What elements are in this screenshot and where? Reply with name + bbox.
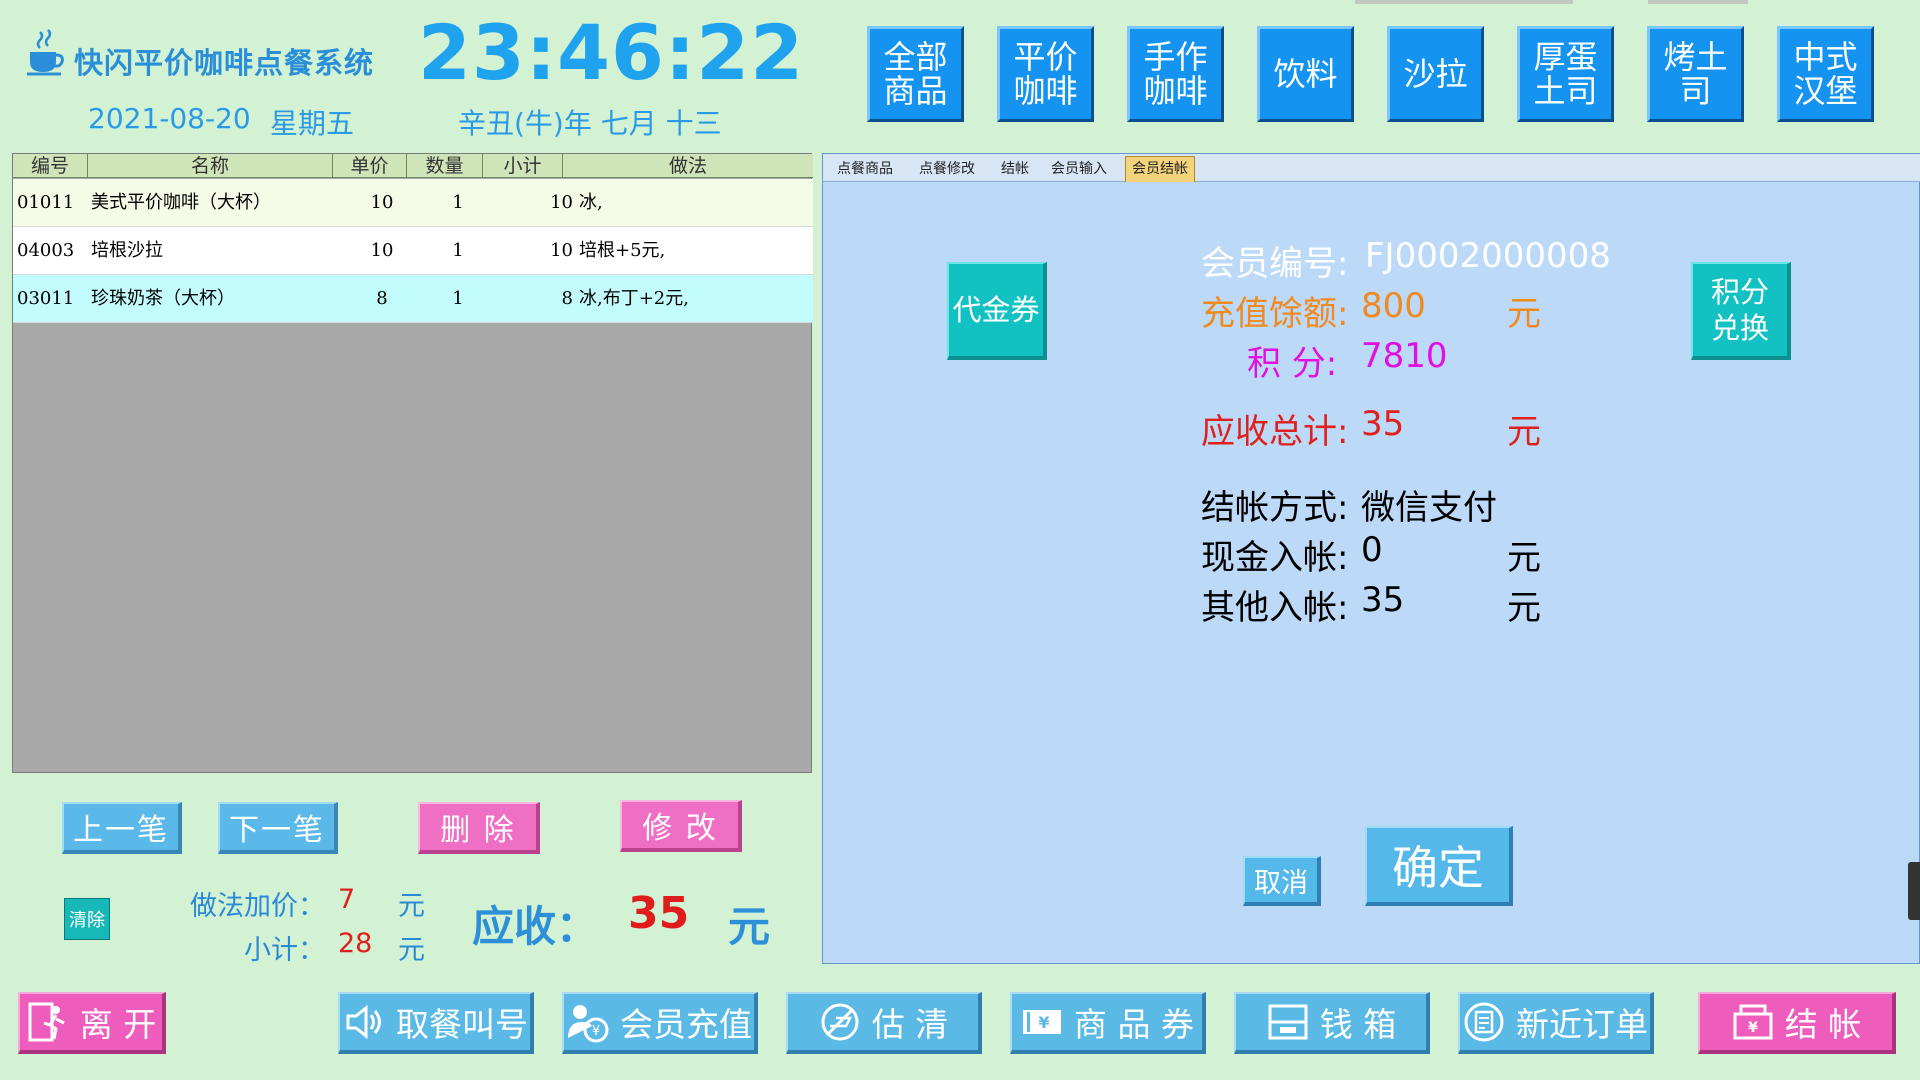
cancel-button[interactable]: 取消: [1243, 856, 1321, 906]
category-thick-egg-toast[interactable]: 厚蛋土司: [1517, 26, 1614, 122]
checkout-panel: 点餐商品 点餐修改 结帐 会员输入 会员结帐 代金券 积分兑换 会员编号: FJ…: [822, 153, 1920, 964]
tab-order-products[interactable]: 点餐商品: [837, 158, 893, 182]
other-unit: 元: [1507, 588, 1541, 628]
col-name: 名称: [88, 154, 333, 178]
coupon-icon: ¥: [1023, 1010, 1061, 1034]
balance-label: 充值馀额:: [1201, 294, 1349, 334]
top-edge-sliver: [1355, 0, 1573, 4]
tab-member-checkout[interactable]: 会员结帐: [1125, 156, 1195, 182]
receivable-label: 应收：: [472, 902, 599, 951]
cash-value: 0: [1361, 530, 1383, 570]
call-number-button[interactable]: 取餐叫号: [338, 992, 534, 1054]
table-header: 编号 名称 单价 数量 小计 做法: [13, 154, 813, 178]
member-id-label: 会员编号:: [1201, 244, 1349, 284]
col-qty: 数量: [407, 154, 483, 178]
prev-item-button[interactable]: 上一笔: [62, 802, 182, 854]
delete-button[interactable]: 删 除: [418, 802, 540, 854]
cash-unit: 元: [1507, 538, 1541, 578]
col-method: 做法: [668, 155, 707, 177]
date: 2021-08-20: [88, 102, 251, 135]
subtotal-value: 28: [338, 928, 373, 959]
side-handle[interactable]: [1908, 862, 1920, 920]
category-handmade-coffee[interactable]: 手作咖啡: [1127, 26, 1224, 122]
total-label: 应收总计:: [1201, 412, 1349, 452]
exit-door-icon: [28, 1002, 65, 1042]
category-salad[interactable]: 沙拉: [1387, 26, 1484, 122]
method-extra-value: 7: [338, 884, 356, 915]
member-coin-icon: ¥: [568, 1005, 609, 1043]
member-id-value: FJ0002000008: [1365, 236, 1611, 276]
category-drinks[interactable]: 饮料: [1257, 26, 1354, 122]
panel-tabs: 点餐商品 点餐修改 结帐 会员输入 会员结帐: [823, 154, 1920, 182]
coffee-cup-icon: [27, 29, 64, 76]
category-all-products[interactable]: 全部商品: [867, 26, 964, 122]
points-value: 7810: [1361, 336, 1448, 376]
table-row[interactable]: 04003 培根沙拉 10 1 10 培根+5元,: [13, 227, 813, 275]
other-label: 其他入帐:: [1201, 588, 1349, 628]
total-value: 35: [1361, 404, 1405, 444]
other-value: 35: [1361, 580, 1405, 620]
subtotal-label: 小计：: [244, 935, 325, 966]
cash-drawer-icon: [1268, 1004, 1308, 1040]
subtotal-unit: 元: [398, 935, 425, 966]
svg-text:¥: ¥: [1038, 1013, 1049, 1032]
method-extra-label: 做法加价：: [190, 891, 325, 922]
member-recharge-button[interactable]: ¥ 会员充值: [562, 992, 758, 1054]
next-item-button[interactable]: 下一笔: [218, 802, 338, 854]
lunar-date: 辛丑(牛)年 七月 十三: [458, 107, 722, 140]
voucher-button[interactable]: 代金券: [947, 262, 1047, 360]
receivable-value: 35: [628, 888, 690, 939]
edit-button[interactable]: 修 改: [620, 800, 742, 852]
total-unit: 元: [1507, 412, 1541, 452]
confirm-button[interactable]: 确定: [1365, 826, 1513, 906]
balance-value: 800: [1361, 286, 1426, 326]
cash-drawer-button[interactable]: 钱 箱: [1234, 992, 1430, 1054]
col-price: 单价: [333, 154, 407, 178]
tab-checkout[interactable]: 结帐: [1001, 158, 1029, 182]
clear-button[interactable]: 清除: [64, 898, 110, 940]
speaker-icon: [346, 1004, 381, 1040]
method-extra-unit: 元: [398, 891, 425, 922]
top-edge-sliver: [1648, 0, 1748, 4]
leave-button[interactable]: 离 开: [18, 992, 166, 1054]
pay-method-label: 结帐方式:: [1201, 488, 1349, 528]
category-chinese-burger[interactable]: 中式汉堡: [1777, 26, 1874, 122]
col-code: 编号: [13, 154, 88, 178]
register-icon: ¥: [1733, 1004, 1773, 1040]
table-row-selected[interactable]: 03011 珍珠奶茶（大杯） 8 1 8 冰,布丁+2元,: [13, 275, 813, 323]
receivable-unit: 元: [728, 902, 771, 951]
weekday: 星期五: [270, 107, 355, 140]
balance-unit: 元: [1507, 294, 1541, 334]
table-row[interactable]: 01011 美式平价咖啡（大杯） 10 1 10 冰,: [13, 179, 813, 227]
category-budget-coffee[interactable]: 平价咖啡: [997, 26, 1094, 122]
app-title: 快闪平价咖啡点餐系统: [74, 46, 375, 80]
checkout-button[interactable]: ¥ 结 帐: [1698, 992, 1896, 1054]
pay-method-value: 微信支付: [1361, 488, 1497, 528]
orders-list-icon: [1464, 1002, 1504, 1042]
tab-order-edit[interactable]: 点餐修改: [919, 158, 975, 182]
col-subtotal: 小计: [483, 154, 563, 178]
svg-text:¥: ¥: [592, 1024, 600, 1039]
clock: 23:46:22: [418, 8, 805, 97]
ban-icon: [821, 1003, 859, 1041]
points-exchange-button[interactable]: 积分兑换: [1691, 262, 1791, 360]
category-toast[interactable]: 烤土司: [1647, 26, 1744, 122]
tab-member-input[interactable]: 会员输入: [1051, 158, 1107, 182]
sold-out-button[interactable]: 估 清: [786, 992, 982, 1054]
recent-orders-button[interactable]: 新近订单: [1458, 992, 1654, 1054]
cash-label: 现金入帐:: [1201, 538, 1349, 578]
svg-text:¥: ¥: [1748, 1020, 1758, 1036]
product-coupon-button[interactable]: ¥ 商 品 券: [1010, 992, 1206, 1054]
order-table[interactable]: 编号 名称 单价 数量 小计 做法 01011 美式平价咖啡（大杯） 10 1 …: [12, 153, 813, 773]
points-label: 积 分:: [1247, 344, 1338, 384]
